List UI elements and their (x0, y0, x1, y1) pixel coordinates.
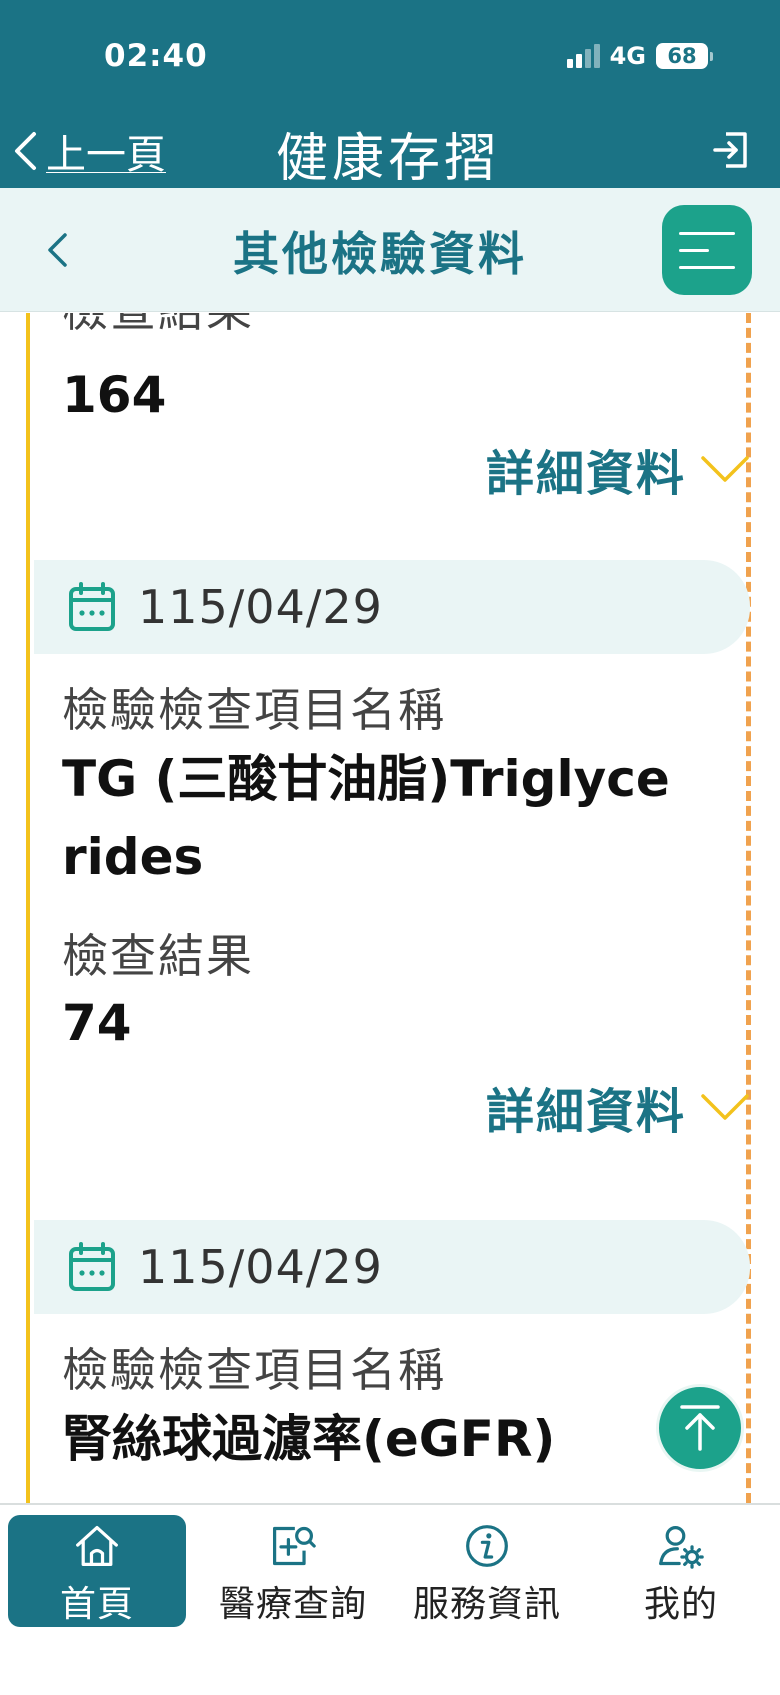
records-list[interactable]: 檢查結果 164 詳細資料 115/04/29 檢驗檢查項目名稱 TG (三酸甘… (0, 313, 780, 1503)
menu-icon (679, 231, 735, 235)
nav-row: 上一頁 健康存摺 (0, 112, 780, 189)
logout-button[interactable] (712, 130, 750, 174)
app-title: 健康存摺 (275, 129, 500, 189)
item-value-cont: rides (62, 828, 204, 886)
result-label: 檢查結果 (62, 313, 254, 340)
page-subheader: 其他檢驗資料 (0, 188, 780, 312)
tab-label: 醫療查詢 (218, 1584, 367, 1625)
calendar-icon (69, 1242, 115, 1291)
record-card: 115/04/29 檢驗檢查項目名稱 TG (三酸甘油脂)Triglyce ri… (34, 560, 750, 1160)
tab-mine[interactable]: 我的 (592, 1515, 770, 1627)
scroll-to-top-button[interactable] (656, 1384, 744, 1472)
item-label: 檢驗檢查項目名稱 (62, 1343, 446, 1397)
chevron-down-icon (701, 1094, 749, 1120)
home-icon (76, 1525, 118, 1567)
info-icon (466, 1525, 508, 1567)
result-value: 74 (62, 994, 132, 1052)
detail-toggle[interactable]: 詳細資料 (486, 434, 750, 504)
status-time: 02:40 (104, 38, 208, 74)
tab-service-info[interactable]: 服務資訊 (398, 1515, 576, 1627)
app-header: 02:40 4G 68 上一頁 健康存摺 (0, 0, 780, 189)
record-date: 115/04/29 (138, 1240, 383, 1294)
tab-label: 服務資訊 (412, 1584, 561, 1625)
arrow-up-icon (680, 1405, 720, 1451)
signal-icon (566, 44, 600, 68)
item-value: TG (三酸甘油脂)Triglyce (62, 750, 670, 808)
result-label: 檢查結果 (62, 929, 254, 983)
logout-icon (713, 132, 747, 168)
record-date: 115/04/29 (138, 580, 383, 634)
tab-medical-search[interactable]: 醫療查詢 (204, 1515, 382, 1627)
tab-label: 我的 (643, 1584, 718, 1625)
record-card: 115/04/29 檢驗檢查項目名稱 腎絲球過濾率(eGFR) (34, 1220, 750, 1503)
bottom-tab-bar: 首頁 醫療查詢 服務資訊 我的 (0, 1503, 780, 1695)
timeline-line (26, 313, 30, 1503)
record-date-bar: 115/04/29 (34, 560, 750, 654)
status-indicators: 4G 68 (566, 42, 713, 70)
item-value: 腎絲球過濾率(eGFR) (62, 1410, 556, 1468)
item-label: 檢驗檢查項目名稱 (62, 683, 446, 737)
tab-label: 首頁 (59, 1584, 134, 1625)
record-card: 檢查結果 164 詳細資料 (34, 313, 750, 540)
battery-icon: 68 (656, 43, 713, 69)
tab-home[interactable]: 首頁 (8, 1515, 186, 1627)
calendar-icon (69, 582, 115, 631)
user-settings-icon (659, 1525, 704, 1569)
network-type: 4G (609, 42, 646, 70)
chevron-down-icon (701, 456, 749, 482)
record-date-bar: 115/04/29 (34, 1220, 750, 1314)
result-value: 164 (62, 366, 167, 424)
medical-search-icon (272, 1526, 316, 1566)
detail-toggle[interactable]: 詳細資料 (486, 1072, 750, 1142)
menu-button[interactable] (662, 205, 752, 295)
